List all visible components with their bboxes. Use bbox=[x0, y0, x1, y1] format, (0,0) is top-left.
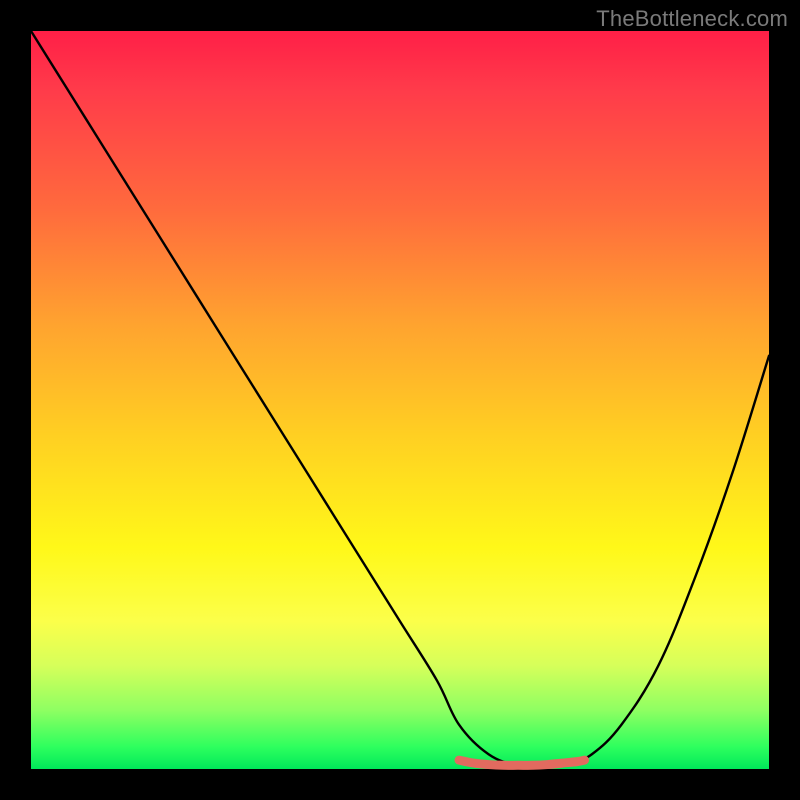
plot-area bbox=[31, 31, 769, 769]
valley-marker-path bbox=[459, 760, 584, 765]
bottleneck-curve-path bbox=[31, 31, 769, 766]
watermark-text: TheBottleneck.com bbox=[596, 6, 788, 32]
chart-frame: TheBottleneck.com bbox=[0, 0, 800, 800]
curve-layer bbox=[31, 31, 769, 769]
